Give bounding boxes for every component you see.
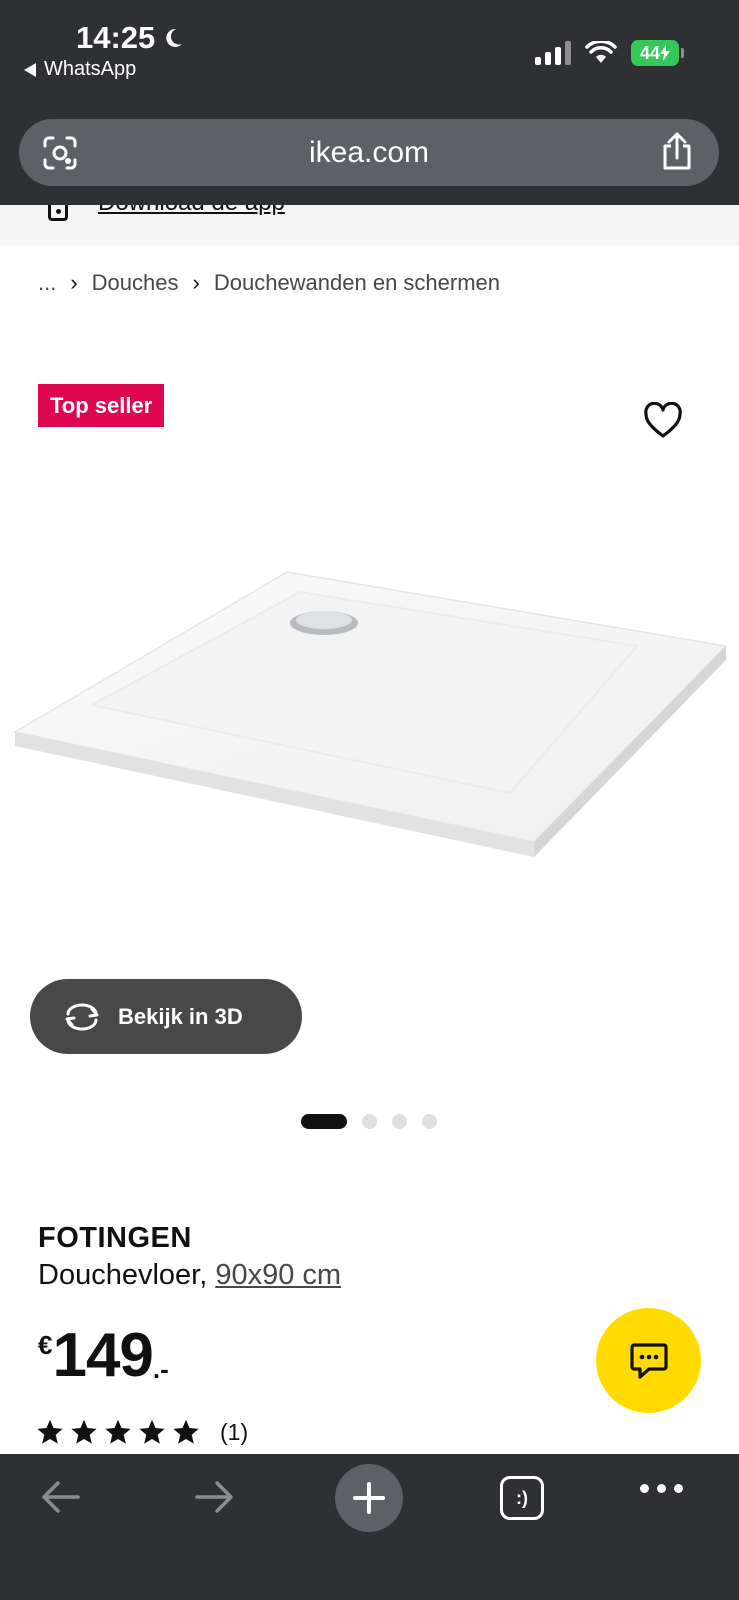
badge-label: Top seller (50, 392, 153, 418)
star-icon (105, 1419, 131, 1444)
heart-icon[interactable] (643, 402, 683, 440)
tab-switcher-face-icon: :) (516, 1487, 528, 1508)
star-icon (71, 1419, 97, 1444)
view-in-3d-button[interactable]: Bekijk in 3D (30, 979, 302, 1054)
browser-bottom-toolbar: :) (0, 1454, 739, 1600)
view-in-3d-label: Bekijk in 3D (118, 1003, 243, 1029)
price-amount: 149 (52, 1321, 153, 1390)
price-currency: € (38, 1330, 53, 1360)
status-time-text: 14:25 (76, 20, 156, 55)
chevron-right-icon: › (70, 270, 78, 295)
new-tab-button[interactable] (335, 1464, 403, 1532)
visual-search-icon[interactable] (41, 134, 79, 172)
top-seller-badge: Top seller (38, 384, 165, 427)
star-icon (139, 1419, 165, 1444)
breadcrumb-item-douches[interactable]: Douches (92, 270, 179, 296)
back-arrow-icon[interactable] (38, 1474, 84, 1520)
gallery-dot[interactable] (392, 1114, 407, 1129)
product-type: Douchevloer, (38, 1259, 208, 1291)
status-indicators: 44 (535, 40, 684, 66)
battery-icon: 44 (631, 40, 684, 66)
status-time: 14:25 (76, 20, 185, 56)
dot-icon (640, 1484, 649, 1493)
star-icon (37, 1419, 63, 1444)
product-size-link[interactable]: 90x90 cm (215, 1259, 341, 1291)
product-description: Douchevloer, 90x90 cm (38, 1259, 341, 1292)
share-icon[interactable] (659, 132, 695, 172)
wifi-icon (585, 41, 617, 63)
gallery-pagination (301, 1114, 437, 1129)
gallery-dot[interactable] (362, 1114, 377, 1129)
gallery-dot[interactable] (301, 1114, 347, 1129)
gallery-dot[interactable] (422, 1114, 437, 1129)
price-decimals: .- (152, 1354, 169, 1384)
breadcrumb-item-douchewanden[interactable]: Douchewanden en schermen (214, 270, 500, 296)
dot-icon (657, 1484, 666, 1493)
rotate-3d-icon (65, 1003, 99, 1030)
breadcrumb: ... › Douches › Douchewanden en schermen (38, 270, 500, 296)
back-app-label: WhatsApp (44, 58, 137, 80)
chat-button[interactable] (596, 1308, 701, 1413)
browser-top-chrome: 14:25 WhatsApp 44 ikea.com (0, 0, 739, 205)
moon-icon (166, 28, 183, 47)
cellular-signal-icon (535, 41, 571, 65)
tab-switcher-button[interactable]: :) (500, 1476, 544, 1520)
rating-stars[interactable]: (1) (36, 1418, 248, 1446)
star-icon (173, 1419, 199, 1444)
more-menu-button[interactable] (640, 1484, 683, 1493)
plus-icon (353, 1482, 385, 1514)
forward-arrow-icon[interactable] (191, 1474, 237, 1520)
back-to-app-link[interactable]: WhatsApp (24, 58, 136, 81)
chat-bubble-icon (629, 1342, 668, 1379)
product-name: FOTINGEN (38, 1222, 192, 1254)
url-text: ikea.com (308, 135, 430, 169)
address-bar[interactable]: ikea.com (19, 119, 719, 186)
download-app-link[interactable]: Download de app (98, 205, 285, 217)
battery-level: 44 (639, 42, 661, 63)
product-image[interactable] (0, 560, 739, 880)
download-app-strip[interactable]: Download de app (0, 205, 739, 246)
charging-bolt-icon (660, 45, 671, 61)
phone-icon (48, 205, 68, 221)
back-triangle-icon (24, 62, 36, 77)
dot-icon (674, 1484, 683, 1493)
breadcrumb-ellipsis[interactable]: ... (38, 270, 56, 296)
rating-count[interactable]: (1) (220, 1419, 248, 1446)
chevron-right-icon: › (192, 270, 200, 295)
product-price: € 149 .- (38, 1324, 169, 1388)
